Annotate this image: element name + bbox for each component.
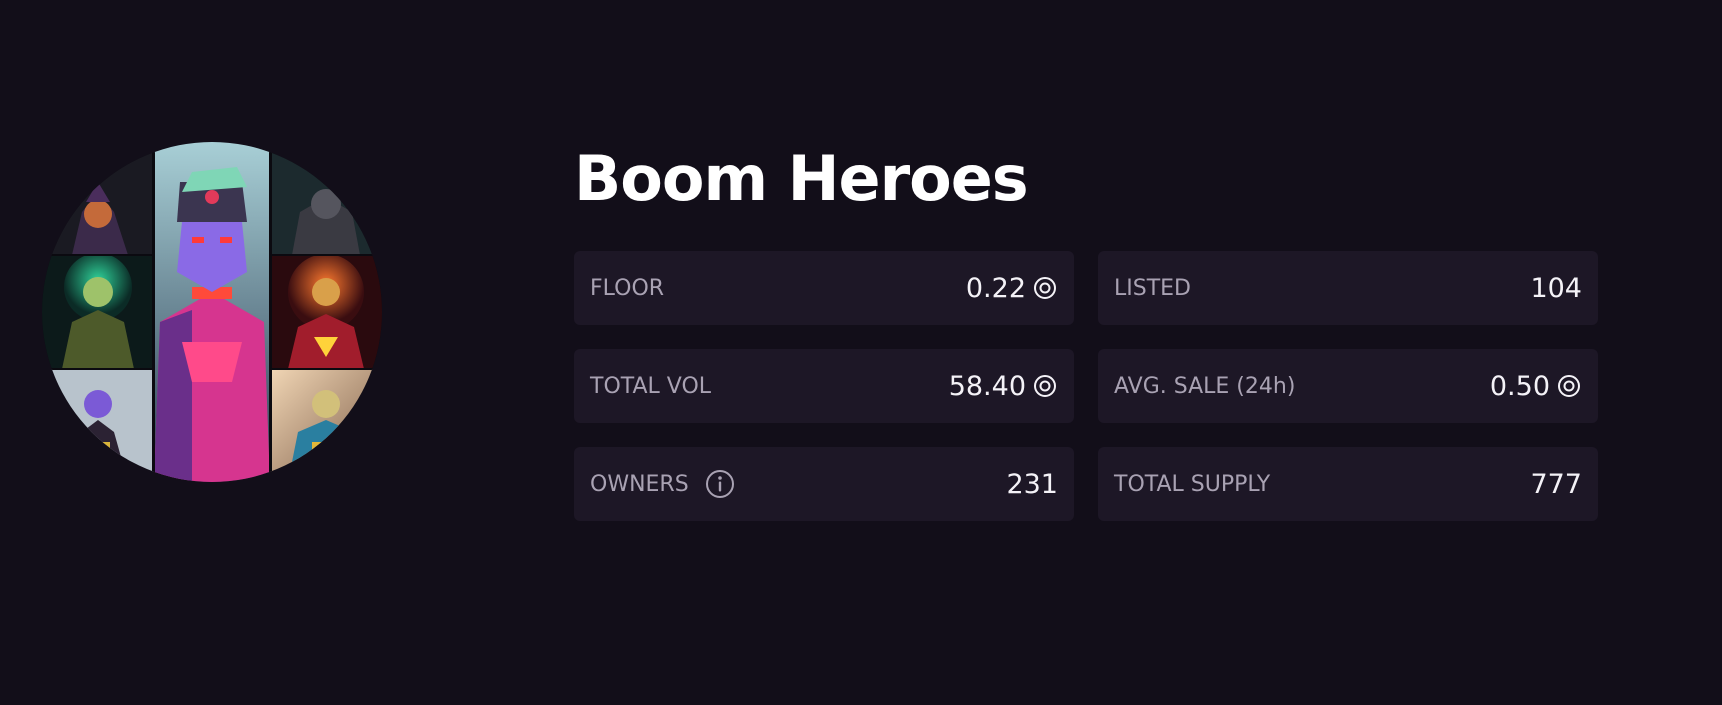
- stat-label-total-vol: TOTAL VOL: [590, 373, 712, 399]
- stat-value-avg-sale: 0.50: [1489, 370, 1550, 402]
- stat-value-floor: 0.22: [965, 272, 1026, 304]
- sol-icon: [1032, 275, 1058, 301]
- stat-value-wrap: 231: [1006, 469, 1058, 500]
- stat-label-wrap: AVG. SALE (24h): [1114, 374, 1295, 399]
- stat-value-total-supply: 777: [1530, 468, 1582, 500]
- stat-card-total-supply: TOTAL SUPPLY 777: [1098, 447, 1598, 521]
- stat-value-wrap: 0.22: [966, 273, 1058, 304]
- stats-grid: FLOOR 0.22 LISTED 104 TOTAL VOL 58.40 AV…: [574, 251, 1598, 521]
- stat-label-wrap: TOTAL SUPPLY: [1114, 472, 1270, 497]
- stat-value-wrap: 58.40: [949, 371, 1058, 402]
- stat-value-wrap: 104: [1530, 273, 1582, 304]
- stat-label-owners: OWNERS: [590, 471, 689, 497]
- sol-icon: [1556, 373, 1582, 399]
- stat-label-floor: FLOOR: [590, 275, 665, 301]
- stat-value-wrap: 777: [1530, 469, 1582, 500]
- stat-label-wrap: OWNERS: [590, 469, 735, 499]
- collection-avatar: [42, 142, 382, 482]
- stat-label-wrap: FLOOR: [590, 276, 664, 301]
- stat-value-wrap: 0.50: [1490, 371, 1582, 402]
- stat-value-owners: 231: [1006, 468, 1058, 500]
- stat-card-owners: OWNERS 231: [574, 447, 1074, 521]
- collection-avatar-image: [42, 142, 382, 482]
- stat-card-avg-sale: AVG. SALE (24h) 0.50: [1098, 349, 1598, 423]
- stat-card-total-vol: TOTAL VOL 58.40: [574, 349, 1074, 423]
- stat-label-total-supply: TOTAL SUPPLY: [1114, 471, 1271, 497]
- info-icon[interactable]: [705, 469, 735, 499]
- stat-label-wrap: TOTAL VOL: [590, 374, 711, 399]
- stat-card-floor: FLOOR 0.22: [574, 251, 1074, 325]
- sol-icon: [1032, 373, 1058, 399]
- stat-value-listed: 104: [1530, 272, 1582, 304]
- collection-title: Boom Heroes: [574, 142, 1029, 215]
- stat-value-total-vol: 58.40: [948, 370, 1026, 402]
- stat-label-wrap: LISTED: [1114, 276, 1191, 301]
- stat-card-listed: LISTED 104: [1098, 251, 1598, 325]
- stat-label-avg-sale: AVG. SALE (24h): [1114, 373, 1296, 399]
- collection-header: Boom Heroes FLOOR 0.22 LISTED 104 TOTAL …: [0, 0, 1722, 705]
- stat-label-listed: LISTED: [1114, 275, 1191, 301]
